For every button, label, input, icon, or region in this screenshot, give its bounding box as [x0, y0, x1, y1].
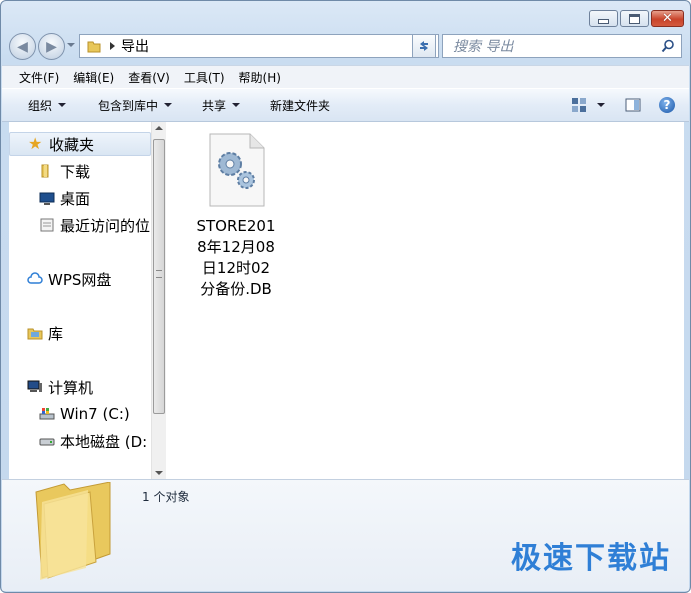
menu-file[interactable]: 文件(F): [12, 69, 66, 86]
recent-pages-chevron-icon[interactable]: [67, 43, 75, 47]
search-box[interactable]: 搜索 导出: [442, 34, 682, 58]
file-name-line: 分备份.DB: [200, 280, 272, 298]
back-button[interactable]: ◀: [9, 33, 36, 60]
organize-dropdown-icon: [58, 103, 67, 107]
help-icon[interactable]: ?: [659, 97, 675, 113]
command-bar: 组织 包含到库中 共享 新建文件夹 ?: [2, 88, 689, 122]
sidebar-item-drive-d[interactable]: 本地磁盘 (D:: [9, 429, 147, 453]
sidebar-item-label: 本地磁盘 (D:: [60, 432, 148, 451]
maximize-button[interactable]: [620, 10, 649, 27]
new-folder-button[interactable]: 新建文件夹: [258, 97, 342, 114]
navigation-pane: ★ 收藏夹 下载 桌面 最近访问的位 WPS网盘 库 计算机 Win7 (C:)…: [9, 122, 151, 479]
item-count: 1 个对象: [142, 490, 190, 504]
navigation-scrollbar[interactable]: [151, 122, 166, 479]
organize-label: 组织: [28, 98, 53, 113]
menu-bar: 文件(F) 编辑(E) 查看(V) 工具(T) 帮助(H): [2, 65, 689, 88]
address-bar[interactable]: 导出: [79, 34, 439, 58]
recent-places-icon: [40, 218, 54, 232]
forward-arrow-icon: ▶: [46, 38, 57, 55]
sidebar-item-label: 最近访问的位: [60, 216, 151, 235]
include-library-label: 包含到库中: [98, 98, 159, 113]
view-dropdown-icon: [597, 103, 605, 107]
system-drive-icon: [39, 408, 55, 420]
grip-icon: [156, 270, 162, 278]
system-file-gears-icon: [209, 133, 265, 207]
scrollbar-thumb[interactable]: [153, 139, 165, 414]
sidebar-item-libraries[interactable]: 库: [9, 321, 63, 345]
back-arrow-icon: ◀: [17, 38, 28, 55]
include-in-library-button[interactable]: 包含到库中: [86, 97, 184, 114]
sidebar-item-label: 计算机: [48, 378, 94, 397]
breadcrumb-current[interactable]: 导出: [121, 36, 149, 56]
downloads-folder-icon: [41, 164, 49, 178]
forward-button[interactable]: ▶: [38, 33, 65, 60]
organize-button[interactable]: 组织: [16, 97, 78, 114]
sidebar-item-desktop[interactable]: 桌面: [9, 186, 90, 210]
preview-pane-icon[interactable]: [625, 97, 641, 113]
refresh-button[interactable]: [412, 34, 436, 58]
window-controls: ✕: [589, 10, 684, 27]
favorites-star-icon: ★: [28, 134, 43, 153]
explorer-window: ✕ ◀ ▶ 导出 搜索 导出 文件(F) 编辑(E) 查看(V) 工具(T) 帮…: [0, 0, 691, 593]
sidebar-item-computer[interactable]: 计算机: [9, 375, 93, 399]
menu-tools[interactable]: 工具(T): [177, 69, 232, 86]
large-folder-icon: [35, 482, 111, 580]
file-item[interactable]: STORE201 8年12月08 日12时02 分备份.DB: [186, 132, 286, 300]
folder-icon: [87, 41, 101, 53]
change-view-button[interactable]: [571, 97, 605, 113]
menu-edit[interactable]: 编辑(E): [66, 69, 121, 86]
menu-help[interactable]: 帮助(H): [232, 69, 288, 86]
sidebar-item-label: 下载: [60, 162, 91, 181]
share-button[interactable]: 共享: [190, 97, 252, 114]
scroll-down-icon[interactable]: [155, 471, 163, 475]
cloud-icon: [27, 272, 43, 284]
sidebar-item-label: Win7 (C:): [60, 405, 130, 423]
sidebar-item-downloads[interactable]: 下载: [9, 159, 90, 183]
minimize-button[interactable]: [589, 10, 618, 27]
local-disk-icon: [39, 438, 55, 446]
sidebar-item-recent[interactable]: 最近访问的位: [9, 213, 150, 237]
scroll-up-icon[interactable]: [155, 126, 163, 130]
refresh-icon: [420, 41, 428, 51]
navigation-bar: ◀ ▶ 导出 搜索 导出: [9, 33, 682, 61]
close-icon: ✕: [662, 11, 673, 26]
file-name: STORE201 8年12月08 日12时02 分备份.DB: [186, 216, 286, 300]
sidebar-favorites-label: 收藏夹: [49, 135, 95, 154]
file-list: STORE201 8年12月08 日12时02 分备份.DB: [166, 122, 684, 479]
sidebar-item-label: 桌面: [60, 189, 91, 208]
breadcrumb-separator-icon: [110, 42, 115, 50]
desktop-icon: [39, 192, 55, 205]
sidebar-item-drive-c[interactable]: Win7 (C:): [9, 402, 130, 426]
close-button[interactable]: ✕: [651, 10, 684, 27]
sidebar-item-wps[interactable]: WPS网盘: [9, 267, 111, 291]
main-content: ★ 收藏夹 下载 桌面 最近访问的位 WPS网盘 库 计算机 Win7 (C:)…: [9, 122, 684, 479]
sidebar-item-label: 库: [48, 324, 64, 343]
computer-icon: [27, 380, 42, 392]
file-name-line: 日12时02: [201, 259, 271, 277]
menu-view[interactable]: 查看(V): [121, 69, 177, 86]
share-dropdown-icon: [232, 103, 241, 107]
include-library-dropdown-icon: [164, 103, 173, 107]
sidebar-item-label: WPS网盘: [48, 270, 112, 289]
maximize-icon: [629, 13, 640, 24]
sidebar-favorites[interactable]: ★ 收藏夹: [9, 132, 151, 156]
view-grid-icon: [572, 98, 586, 112]
library-icon: [27, 328, 43, 340]
search-input[interactable]: 搜索 导出: [443, 36, 661, 56]
watermark-logo: 极速下载站: [511, 541, 671, 576]
minimize-icon: [598, 18, 609, 24]
details-pane: 1 个对象 极速下载站: [2, 479, 689, 591]
search-icon[interactable]: [661, 39, 675, 53]
share-label: 共享: [202, 98, 227, 113]
file-name-line: STORE201: [196, 217, 276, 235]
file-name-line: 8年12月08: [197, 238, 275, 256]
